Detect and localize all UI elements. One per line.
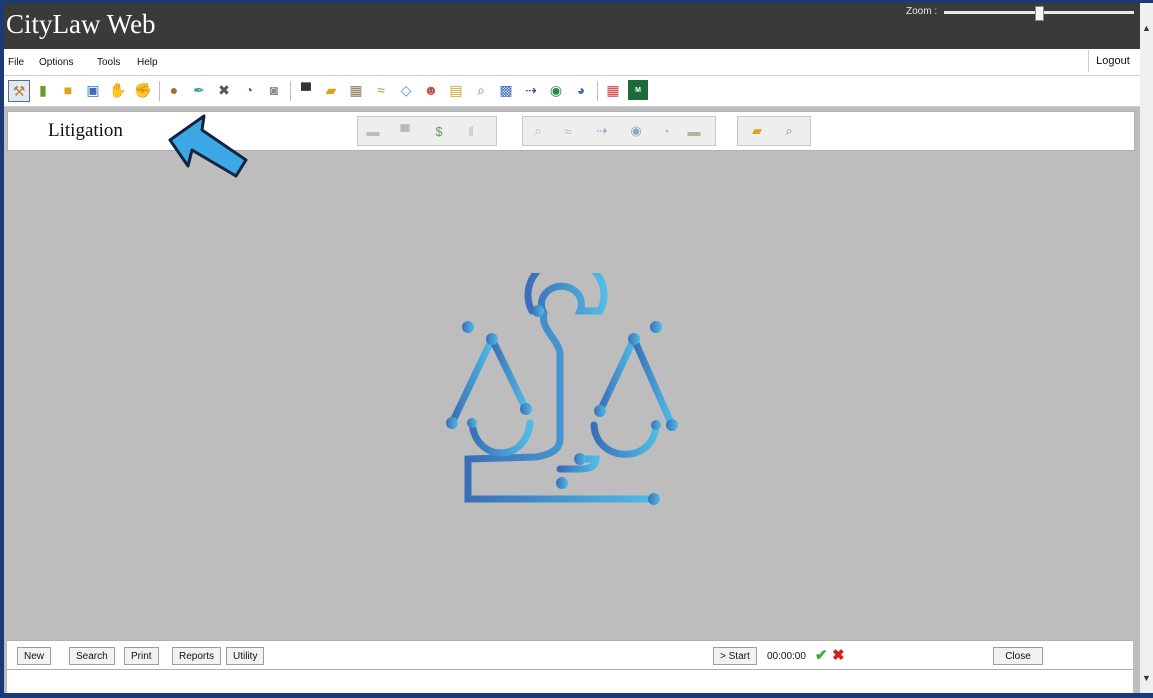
app-title: CityLaw Web bbox=[6, 9, 156, 39]
menu-options[interactable]: Options bbox=[39, 57, 73, 68]
printer-icon[interactable]: ▀ bbox=[296, 80, 316, 100]
folder-icon[interactable]: ▰ bbox=[321, 80, 341, 100]
status-bar bbox=[7, 669, 1133, 693]
search-doc-icon[interactable]: ⌕ bbox=[529, 122, 547, 140]
print-icon[interactable]: ▀ bbox=[396, 122, 414, 140]
scroll-up-icon[interactable]: ▲ bbox=[1142, 23, 1151, 33]
eraser-icon[interactable]: ◇ bbox=[396, 80, 416, 100]
navigation-tools-group: ⌕ ≈ ⇢ ◉ ◔ ▬ bbox=[522, 116, 716, 146]
module-title: Litigation bbox=[48, 120, 123, 141]
zoom-label: Zoom : bbox=[906, 6, 938, 17]
file-tools-group: ▰ ⌕ bbox=[737, 116, 811, 146]
stopwatch-icon[interactable]: ◔ bbox=[239, 80, 259, 100]
cancel-icon[interactable]: ✖ bbox=[832, 646, 845, 664]
globe-icon[interactable]: ◉ bbox=[627, 122, 645, 140]
check-icon[interactable]: ✔ bbox=[815, 646, 828, 664]
msf-icon[interactable]: M bbox=[628, 80, 648, 100]
arrow-icon[interactable]: ⇢ bbox=[521, 80, 541, 100]
app-window: CityLaw Web Zoom : File Options Tools He… bbox=[4, 3, 1140, 693]
record-tools-group: ▬ ▀ $ ‖ bbox=[357, 116, 497, 146]
vertical-scrollbar[interactable]: ▲ ▼ bbox=[1140, 3, 1153, 693]
start-timer-button[interactable]: > Start bbox=[713, 647, 757, 665]
image-icon[interactable]: ▬ bbox=[685, 122, 703, 140]
title-bar: CityLaw Web Zoom : bbox=[4, 3, 1140, 49]
scales-of-justice-logo bbox=[446, 273, 678, 505]
signature-icon[interactable]: ≈ bbox=[371, 80, 391, 100]
stopwatch-icon[interactable]: ◔ bbox=[657, 122, 675, 140]
dollar-icon[interactable]: $ bbox=[430, 122, 448, 140]
contacts-icon[interactable]: ▩ bbox=[496, 80, 516, 100]
zoom-slider-thumb[interactable] bbox=[1035, 6, 1044, 21]
clock-icon[interactable]: ◙ bbox=[264, 80, 284, 100]
main-toolbar: ⚒ ▮ ■ ▣ ✋ ✊ ● ✒ ✖ ◔ ◙ ▀ ▰ ▦ ≈ ◇ ☻ ▤ ⌕ ▩ … bbox=[4, 76, 1140, 107]
paperclip-icon[interactable]: ‖ bbox=[462, 122, 480, 140]
menu-help[interactable]: Help bbox=[137, 57, 158, 68]
tools-icon[interactable]: ✖ bbox=[214, 80, 234, 100]
magnifier-icon[interactable]: ⌕ bbox=[780, 122, 798, 140]
pen-icon[interactable]: ✒ bbox=[189, 80, 209, 100]
map-icon[interactable]: ▦ bbox=[346, 80, 366, 100]
folder-icon[interactable]: ▰ bbox=[748, 122, 766, 140]
search-button[interactable]: Search bbox=[69, 647, 115, 665]
money-bag-icon[interactable]: ● bbox=[164, 80, 184, 100]
gavel-icon[interactable]: ⚒ bbox=[8, 80, 30, 102]
form-icon[interactable]: ▬ bbox=[364, 122, 382, 140]
menu-bar: File Options Tools Help Logout bbox=[4, 49, 1140, 76]
menu-file[interactable]: File bbox=[8, 57, 24, 68]
person-icon[interactable]: ☻ bbox=[421, 80, 441, 100]
schedule-icon[interactable]: ◕ bbox=[571, 80, 591, 100]
magnifier-icon[interactable]: ⌕ bbox=[471, 80, 491, 100]
menu-tools[interactable]: Tools bbox=[97, 57, 120, 68]
folders-icon[interactable]: ■ bbox=[58, 80, 78, 100]
lock-icon[interactable]: ▣ bbox=[83, 80, 103, 100]
utility-button[interactable]: Utility bbox=[226, 647, 265, 665]
handshake-icon[interactable]: ✊ bbox=[133, 80, 153, 100]
grid-icon[interactable]: ▦ bbox=[603, 80, 623, 100]
globe-icon[interactable]: ◉ bbox=[546, 80, 566, 100]
reports-button[interactable]: Reports bbox=[172, 647, 222, 665]
logout-button[interactable]: Logout bbox=[1088, 50, 1137, 72]
clipboard-icon[interactable]: ▤ bbox=[446, 80, 466, 100]
arrow-icon[interactable]: ⇢ bbox=[593, 122, 611, 140]
print-button[interactable]: Print bbox=[124, 647, 159, 665]
signature-icon[interactable]: ≈ bbox=[559, 122, 577, 140]
hand-icon[interactable]: ✋ bbox=[108, 80, 128, 100]
book-icon[interactable]: ▮ bbox=[33, 80, 53, 100]
scroll-down-icon[interactable]: ▼ bbox=[1142, 673, 1151, 683]
close-button[interactable]: Close bbox=[993, 647, 1043, 665]
pointer-arrow-icon bbox=[168, 114, 248, 178]
timer-display: 00:00:00 bbox=[767, 651, 806, 662]
command-bar: New Search Print Reports Utility > Start… bbox=[7, 640, 1133, 669]
new-button[interactable]: New bbox=[17, 647, 52, 665]
